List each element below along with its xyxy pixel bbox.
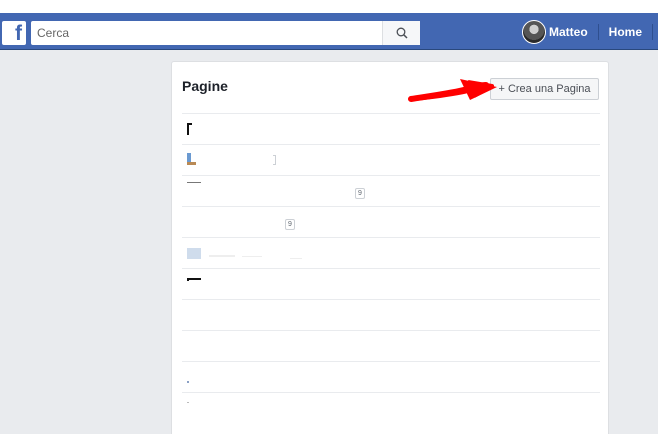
notification-badge: 9 xyxy=(355,188,365,199)
page-row[interactable] xyxy=(182,361,600,392)
page-row[interactable] xyxy=(182,144,600,175)
page-thumbnail xyxy=(187,182,201,183)
page-thumbnail-edge xyxy=(187,278,189,281)
top-nav: Matteo Home C xyxy=(522,20,658,44)
window-top-strip xyxy=(0,0,658,13)
page-row[interactable] xyxy=(182,237,600,268)
page-row[interactable] xyxy=(182,299,600,330)
profile-name: Matteo xyxy=(549,25,588,39)
search-box xyxy=(31,21,420,45)
search-input[interactable] xyxy=(31,22,371,44)
nav-divider xyxy=(597,24,599,40)
page-thumbnail-base xyxy=(187,162,196,165)
profile-link[interactable]: Matteo xyxy=(522,20,588,44)
page-name-blur xyxy=(290,258,302,259)
page-row[interactable] xyxy=(182,113,600,144)
avatar xyxy=(522,20,546,44)
create-page-button[interactable]: + Crea una Pagina xyxy=(490,78,599,100)
page-dot xyxy=(187,402,189,403)
red-arrow-icon xyxy=(408,79,497,102)
page-name-blur xyxy=(209,255,235,257)
page-thumbnail xyxy=(187,248,201,259)
page-dot xyxy=(187,381,189,383)
page-row[interactable] xyxy=(182,268,600,299)
page-thumbnail xyxy=(187,278,201,280)
pages-panel: Pagine + Crea una Pagina 9 9 xyxy=(171,61,609,434)
page-name-blur xyxy=(242,256,262,257)
home-link[interactable]: Home xyxy=(609,25,642,39)
page-row[interactable]: 9 xyxy=(182,175,600,206)
page-fragment xyxy=(273,155,276,165)
nav-divider xyxy=(652,24,654,40)
search-button[interactable] xyxy=(382,21,420,45)
panel-title: Pagine xyxy=(182,78,228,94)
page-row[interactable] xyxy=(182,330,600,361)
page-row[interactable]: 9 xyxy=(182,206,600,237)
search-icon xyxy=(396,27,408,39)
notification-badge: 9 xyxy=(285,219,295,230)
page-row[interactable] xyxy=(182,392,600,423)
facebook-logo-icon[interactable]: f xyxy=(2,21,26,45)
facebook-top-bar: f Matteo Home C xyxy=(0,13,658,50)
page-thumbnail-edge xyxy=(187,123,192,125)
